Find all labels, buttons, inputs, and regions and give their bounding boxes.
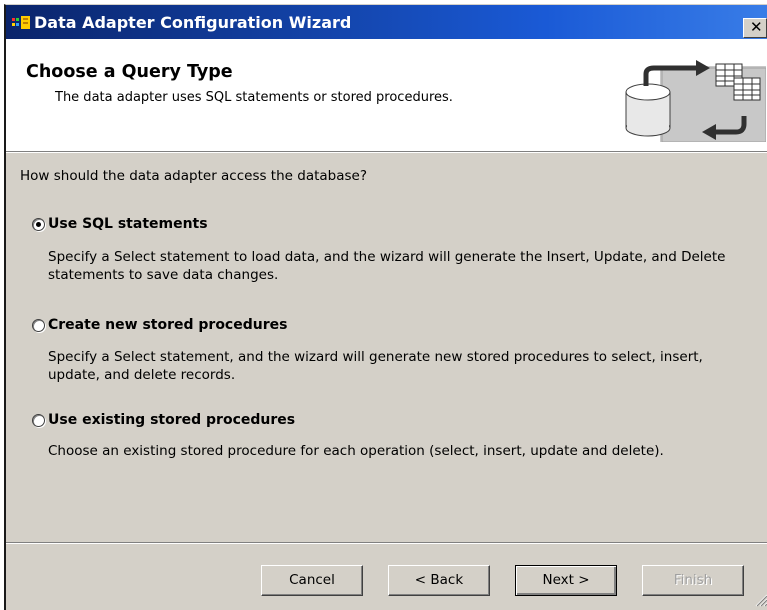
header-divider-highlight xyxy=(6,152,767,153)
title-bar[interactable]: Data Adapter Configuration Wizard ✕ xyxy=(6,5,767,39)
radio-use-existing-stored-procedures[interactable] xyxy=(32,414,45,427)
finish-button[interactable]: Finish xyxy=(642,565,744,596)
option-description-create-new-stored-procedures: Specify a Select statement, and the wiza… xyxy=(48,349,703,383)
wizard-window: Data Adapter Configuration Wizard ✕ Choo… xyxy=(4,4,767,610)
page-title: Choose a Query Type xyxy=(26,62,233,82)
close-icon: ✕ xyxy=(750,18,763,36)
window-title: Data Adapter Configuration Wizard xyxy=(34,13,352,32)
option-label-create-new-stored-procedures[interactable]: Create new stored procedures xyxy=(48,317,287,333)
next-button[interactable]: Next > xyxy=(515,565,617,596)
question-text: How should the data adapter access the d… xyxy=(20,168,368,184)
radio-selected-dot xyxy=(36,222,41,227)
radio-create-new-stored-procedures[interactable] xyxy=(32,319,45,332)
back-button[interactable]: < Back xyxy=(388,565,490,596)
wizard-header: Choose a Query Type The data adapter use… xyxy=(6,39,767,151)
wizard-app-icon xyxy=(12,16,30,29)
option-label-use-existing-stored-procedures[interactable]: Use existing stored procedures xyxy=(48,412,295,428)
button-bar-divider-highlight xyxy=(6,543,767,544)
database-query-icon xyxy=(625,60,766,142)
option-description-use-existing-stored-procedures: Choose an existing stored procedure for … xyxy=(48,443,664,459)
radio-use-sql-statements[interactable] xyxy=(32,218,45,231)
page-subtitle: The data adapter uses SQL statements or … xyxy=(55,90,453,105)
option-label-use-sql-statements[interactable]: Use SQL statements xyxy=(48,216,208,232)
cancel-button[interactable]: Cancel xyxy=(261,565,363,596)
option-description-use-sql-statements: Specify a Select statement to load data,… xyxy=(48,249,726,283)
close-button[interactable]: ✕ xyxy=(743,18,767,38)
